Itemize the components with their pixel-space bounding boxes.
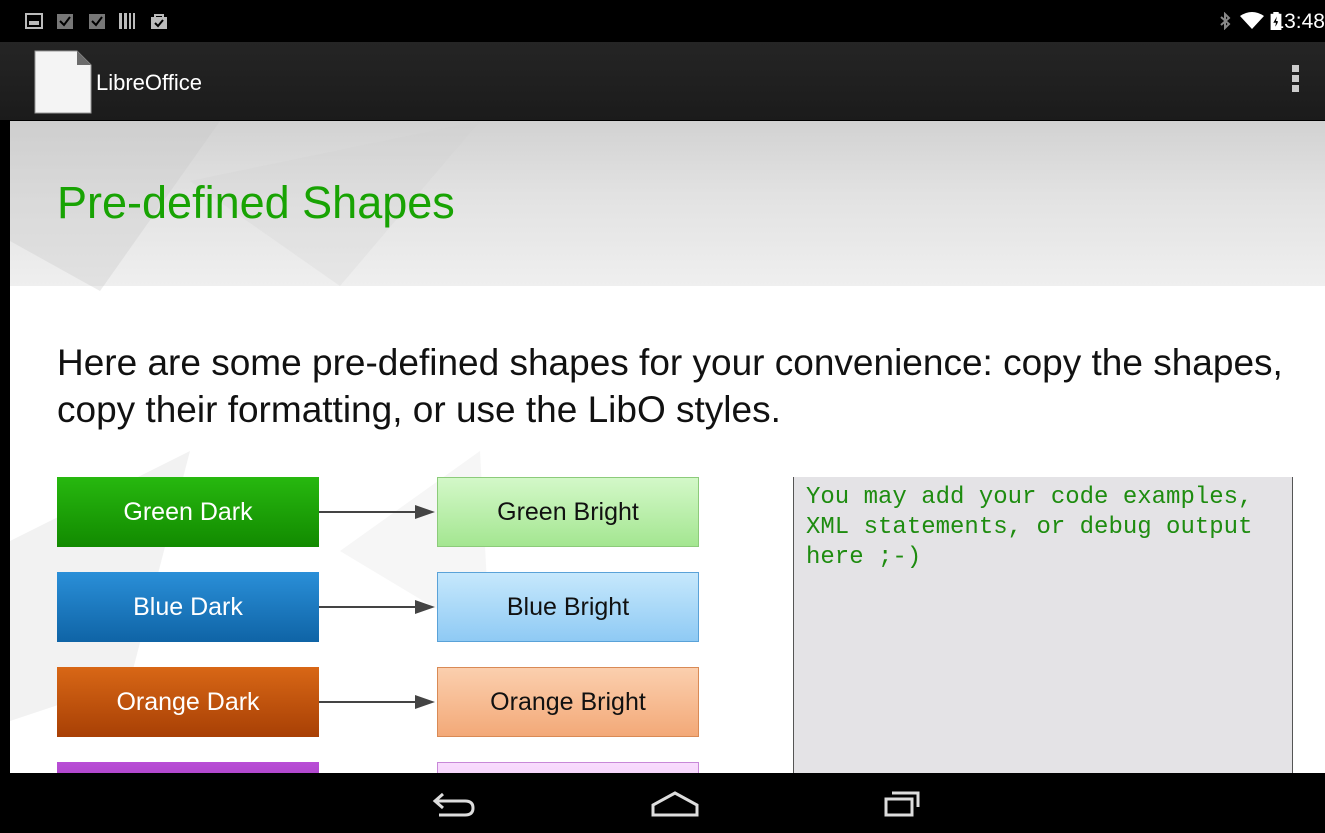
libreoffice-logo-icon[interactable] [33,49,93,115]
green-bright-shape[interactable]: Green Bright [437,477,699,547]
app-title: LibreOffice [96,70,202,95]
purple-bright-shape[interactable] [437,762,699,773]
page-title: Pre-defined Shapes [57,177,455,228]
checkbox-icon [89,14,105,29]
shape-label: Orange Bright [490,687,646,716]
arrow-connector [319,505,435,519]
barcode-icon [119,13,135,29]
recent-apps-icon[interactable] [870,785,930,821]
blue-bright-shape[interactable]: Blue Bright [437,572,699,642]
shopping-bag-icon [151,14,167,29]
shape-label: Orange Dark [116,687,260,716]
orange-dark-shape[interactable]: Orange Dark [57,667,319,737]
orange-bright-shape[interactable]: Orange Bright [437,667,699,737]
status-bar: 13:48 [0,0,1325,42]
code-example-box[interactable]: You may add your code examples, XML stat… [793,477,1293,773]
blue-dark-shape[interactable]: Blue Dark [57,572,319,642]
back-icon[interactable] [423,785,483,821]
checkbox-icon [57,14,73,29]
shape-label: Green Bright [497,497,639,526]
home-icon[interactable] [645,785,705,821]
navigation-bar [0,773,1325,833]
shape-label: Green Dark [123,497,253,526]
overflow-menu-icon[interactable] [1283,62,1307,98]
arrow-connector [319,600,435,614]
clock: 13:48 [1272,10,1325,33]
intro-paragraph: Here are some pre-defined shapes for you… [57,342,1283,430]
document-view[interactable]: Pre-defined Shapes Here are some pre-def… [10,121,1325,773]
shape-label: Blue Dark [133,592,243,621]
code-example-text: You may add your code examples, XML stat… [806,484,1267,571]
bluetooth-icon [1220,12,1231,30]
wifi-icon [1240,12,1264,29]
image-icon [25,13,43,29]
green-dark-shape[interactable]: Green Dark [57,477,319,547]
shape-label: Blue Bright [506,592,630,621]
arrow-connector [319,695,435,709]
purple-dark-shape[interactable] [57,762,319,773]
